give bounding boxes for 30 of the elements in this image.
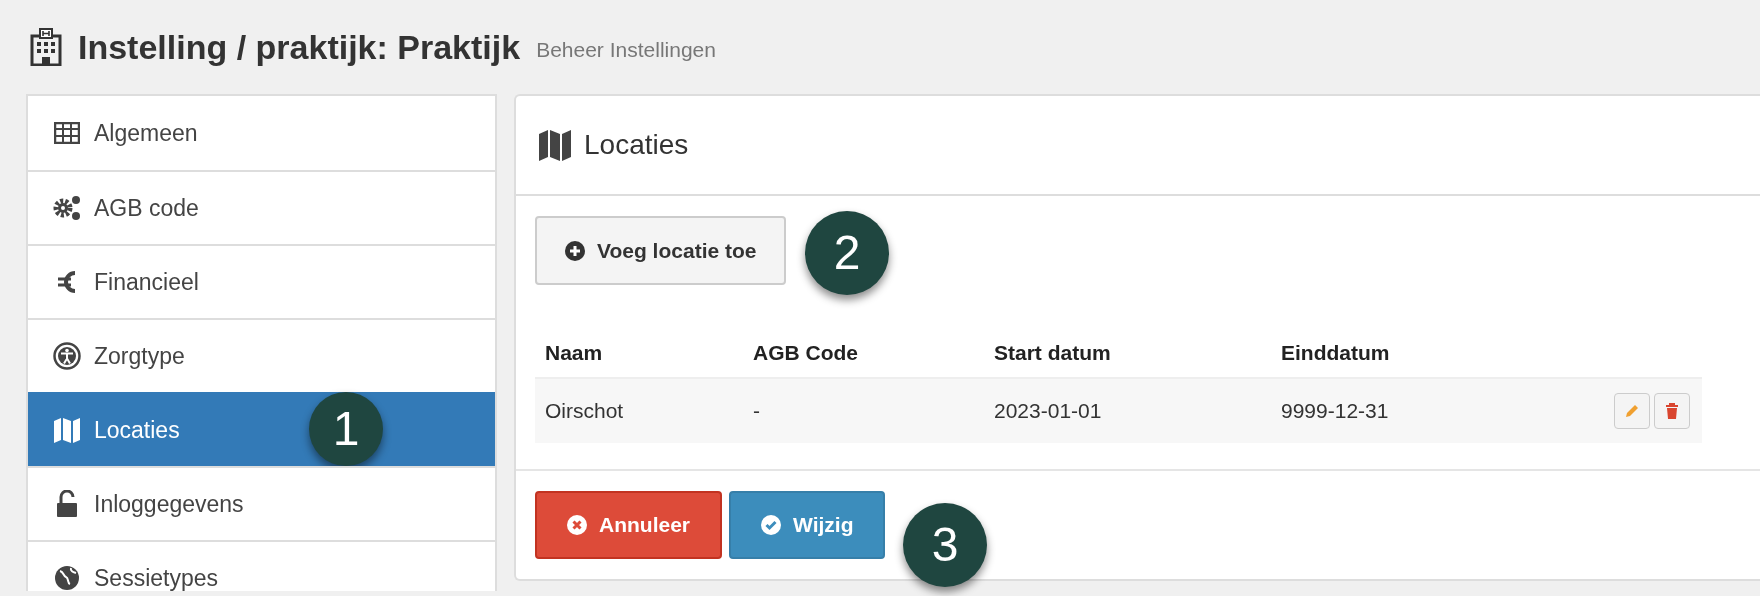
table-cell-text: - [753,398,761,425]
step-badge: 1 [309,392,383,466]
add-location-button[interactable]: Voeg locatie toe [535,216,787,285]
column-header: Einddatum [1281,340,1391,366]
page-subtitle: Beheer Instellingen [536,37,716,64]
panel-title: Locaties [584,128,689,162]
accessibility-icon [53,342,81,370]
page-title: Instelling / praktijk: Praktijk [78,26,521,68]
table-cell-text: 9999-12-31 [1281,398,1390,425]
pencil-icon [1624,403,1640,419]
trash-icon [1665,403,1679,419]
table-icon [54,122,80,144]
sidebar-item[interactable]: Sessietypes [28,540,495,591]
hospital-icon [30,28,62,66]
column-header: Start datum [994,340,1112,366]
check-circle-icon [761,515,781,535]
sidebar-item[interactable]: Locaties 1 [28,392,495,466]
unlocked-icon [56,490,78,518]
column-header: AGB Code [753,340,859,366]
map-icon [538,128,572,162]
plus-circle-icon [565,240,585,261]
table-cell-text: Oirschot [545,398,625,425]
delete-button[interactable] [1654,393,1690,429]
globe-icon [54,565,80,591]
table-cell-text: 2023-01-01 [994,398,1103,425]
map-icon [53,416,81,444]
cancel-button[interactable]: Annuleer [535,491,722,559]
column-header: Naam [545,340,604,366]
save-button[interactable]: Wijzig [729,491,886,559]
close-circle-icon [567,515,587,535]
